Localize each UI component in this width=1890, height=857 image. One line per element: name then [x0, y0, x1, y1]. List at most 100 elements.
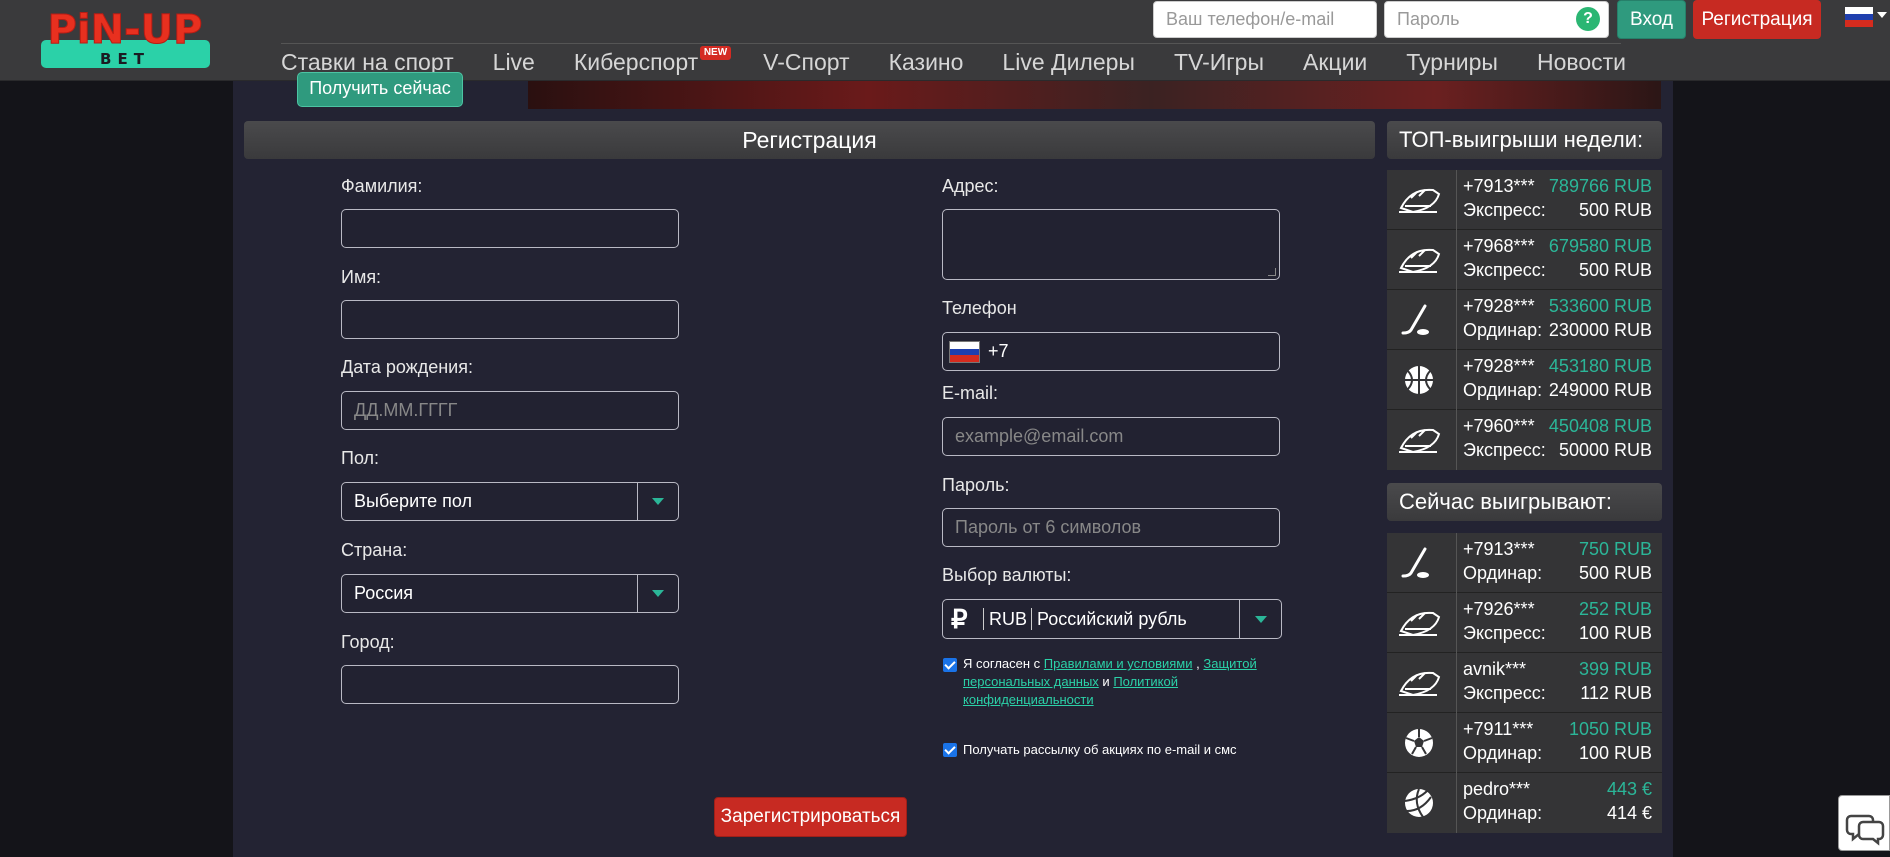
currency-separator	[983, 608, 984, 630]
win-stake: 500 RUB	[1578, 200, 1652, 220]
top-wins-title: ТОП-выигрыши недели:	[1387, 121, 1662, 159]
gender-select[interactable]: Выберите пол	[341, 482, 679, 521]
password-field[interactable]: Пароль от 6 символов	[942, 508, 1280, 547]
win-row: +7928*** 453180 RUB Ординар: 249000 RUB	[1387, 350, 1662, 410]
login-phone-input[interactable]: Ваш телефон/e-mail	[1153, 1, 1377, 38]
nav-item-vsport[interactable]: V-Спорт	[763, 44, 849, 81]
agree-text: Я согласен с Правилами и условиями , Защ…	[963, 655, 1268, 709]
pin-up-logo[interactable]: PiN-UP BET	[39, 2, 212, 70]
ruble-icon: ₽	[951, 604, 968, 634]
nav-item-tournaments[interactable]: Турниры	[1406, 44, 1498, 81]
agree-checkbox[interactable]	[943, 658, 957, 672]
rocket-icon	[1395, 605, 1443, 641]
win-amount: 443 €	[1606, 779, 1652, 799]
rules-link[interactable]: Правилами и условиями	[1044, 656, 1193, 671]
chat-icon[interactable]	[1838, 795, 1890, 851]
win-stake: 500 RUB	[1578, 563, 1652, 583]
win-user: +7968***	[1463, 236, 1535, 256]
select-divider	[637, 483, 638, 520]
help-icon[interactable]: ?	[1576, 7, 1600, 31]
new-badge: NEW	[699, 46, 732, 60]
promo-banner[interactable]	[528, 81, 1661, 109]
chevron-down-icon[interactable]	[652, 498, 664, 505]
gender-label: Пол:	[341, 448, 380, 468]
currency-code: RUB	[989, 609, 1028, 629]
win-type: Экспресс:	[1463, 623, 1546, 643]
win-type: Ординар:	[1463, 320, 1543, 340]
site-header: PiN-UP BET Ваш телефон/e-mail Пароль ? В…	[0, 0, 1890, 81]
register-button[interactable]: Регистрация	[1693, 0, 1821, 39]
win-divider	[1456, 653, 1457, 713]
banner-cta-button[interactable]: Получить сейчас	[297, 72, 463, 107]
win-user: avnik***	[1463, 659, 1527, 679]
chevron-down-icon[interactable]	[1877, 12, 1887, 18]
agree-prefix: Я согласен с	[963, 656, 1041, 671]
submit-registration-button[interactable]: Зарегистрироваться	[714, 797, 907, 837]
nav-item-casino[interactable]: Казино	[889, 44, 964, 81]
country-label: Страна:	[341, 540, 408, 560]
win-user: +7960***	[1463, 416, 1535, 436]
surname-field[interactable]	[341, 209, 679, 248]
name-field[interactable]	[341, 300, 679, 339]
currency-label: Выбор валюты:	[942, 565, 1072, 585]
win-row: +7926*** 252 RUB Экспресс: 100 RUB	[1387, 593, 1662, 653]
russia-flag-icon[interactable]	[1845, 7, 1873, 27]
win-amount: 399 RUB	[1578, 659, 1652, 679]
address-field[interactable]	[942, 209, 1280, 280]
surname-label: Фамилия:	[341, 176, 423, 196]
win-amount: 533600 RUB	[1548, 296, 1652, 316]
nav-item-tv-games[interactable]: TV-Игры	[1174, 44, 1264, 81]
win-divider	[1456, 713, 1457, 773]
chevron-down-icon[interactable]	[1255, 616, 1267, 623]
win-stake: 50000 RUB	[1558, 440, 1652, 460]
phone-label: Телефон	[942, 298, 1017, 318]
nav-item-esports[interactable]: Киберспорт NEW	[574, 44, 732, 81]
email-field[interactable]: example@email.com	[942, 417, 1280, 456]
win-amount: 453180 RUB	[1548, 356, 1652, 376]
top-wins-list: +7913*** 789766 RUB Экспресс: 500 RUB +7968*…	[1387, 170, 1662, 470]
russia-flag-icon[interactable]	[949, 341, 980, 363]
page-gutter-right	[1673, 81, 1890, 857]
chevron-down-icon[interactable]	[652, 590, 664, 597]
win-type: Экспресс:	[1463, 440, 1546, 460]
basketball-icon	[1395, 362, 1443, 398]
win-type: Ординар:	[1463, 743, 1543, 763]
win-user: +7928***	[1463, 296, 1535, 316]
win-divider	[1456, 290, 1457, 350]
main-nav: Ставки на спорт Live Киберспорт NEW V-Сп…	[281, 44, 1665, 81]
country-select[interactable]: Россия	[341, 574, 679, 613]
mailing-checkbox[interactable]	[943, 743, 957, 757]
svg-text:PiN-UP: PiN-UP	[48, 7, 203, 53]
city-field[interactable]	[341, 665, 679, 704]
nav-item-promotions[interactable]: Акции	[1303, 44, 1367, 81]
resize-grip-icon[interactable]	[1268, 268, 1276, 276]
win-type: Экспресс:	[1463, 683, 1546, 703]
agree-and: и	[1102, 674, 1110, 689]
nav-item-news[interactable]: Новости	[1537, 44, 1626, 81]
page-gutter-left	[0, 81, 233, 857]
phone-field[interactable]: +7	[942, 332, 1280, 371]
nav-item-live[interactable]: Live	[493, 44, 535, 81]
win-amount: 789766 RUB	[1548, 176, 1652, 196]
win-stake: 500 RUB	[1578, 260, 1652, 280]
rocket-icon	[1395, 182, 1443, 218]
volleyball-icon	[1395, 785, 1443, 821]
win-row: +7968*** 679580 RUB Экспресс: 500 RUB	[1387, 230, 1662, 290]
registration-title: Регистрация	[244, 121, 1375, 159]
nav-item-live-dealers[interactable]: Live Дилеры	[1002, 44, 1135, 81]
currency-select[interactable]: ₽ RUB Российский рубль	[942, 599, 1282, 639]
login-button[interactable]: Вход	[1617, 0, 1686, 39]
win-divider	[1456, 230, 1457, 290]
now-wins-list: +7913*** 750 RUB Ординар: 500 RUB +7926*** 25…	[1387, 533, 1662, 833]
country-value: Россия	[354, 583, 414, 603]
phone-prefix: +7	[988, 341, 1009, 361]
birthdate-label: Дата рождения:	[341, 357, 473, 377]
win-user: +7911***	[1463, 719, 1534, 739]
soccer-icon	[1395, 725, 1443, 761]
win-user: pedro***	[1463, 779, 1531, 799]
rocket-icon	[1395, 665, 1443, 701]
currency-separator	[1031, 608, 1032, 630]
address-label: Адрес:	[942, 176, 999, 196]
win-divider	[1456, 410, 1457, 470]
birthdate-field[interactable]: ДД.ММ.ГГГГ	[341, 391, 679, 430]
